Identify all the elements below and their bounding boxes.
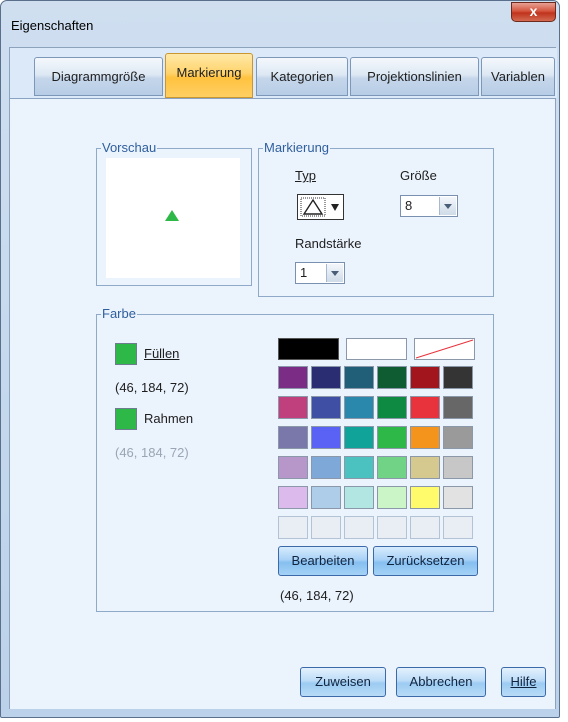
apply-button-label: Zuweisen bbox=[315, 674, 371, 689]
palette-swatch[interactable] bbox=[278, 516, 308, 539]
reset-button-label: Zurücksetzen bbox=[386, 553, 465, 568]
preview-group: Vorschau bbox=[96, 141, 252, 286]
tab-panel-markierung: Vorschau Markierung Typ Größe 8 Randstär… bbox=[10, 98, 555, 709]
size-value: 8 bbox=[405, 198, 413, 213]
fill-label[interactable]: Füllen bbox=[144, 346, 179, 361]
border-width-value: 1 bbox=[300, 265, 308, 280]
palette-swatch[interactable] bbox=[344, 366, 374, 389]
edit-button[interactable]: Bearbeiten bbox=[278, 546, 368, 576]
border-label[interactable]: Rahmen bbox=[144, 411, 193, 426]
fill-color-swatch[interactable] bbox=[115, 343, 137, 365]
palette-swatch[interactable] bbox=[377, 366, 407, 389]
no-color-icon bbox=[415, 339, 474, 359]
palette-swatch[interactable] bbox=[311, 426, 341, 449]
palette-white-swatch[interactable] bbox=[346, 338, 407, 360]
border-color-swatch[interactable] bbox=[115, 408, 137, 430]
palette-swatch[interactable] bbox=[410, 396, 440, 419]
tab-projektionslinien[interactable]: Projektionslinien bbox=[350, 57, 479, 96]
window-title: Eigenschaften bbox=[11, 18, 94, 33]
preview-canvas bbox=[106, 158, 240, 278]
tab-diagrammgroesse[interactable]: Diagrammgröße bbox=[34, 57, 163, 96]
tab-variablen[interactable]: Variablen bbox=[481, 57, 555, 96]
palette-swatch[interactable] bbox=[443, 396, 473, 419]
palette-swatch[interactable] bbox=[443, 456, 473, 479]
edit-button-label: Bearbeiten bbox=[291, 553, 355, 568]
preview-legend: Vorschau bbox=[101, 140, 158, 155]
palette-swatch[interactable] bbox=[344, 516, 374, 539]
size-label: Größe bbox=[400, 168, 437, 183]
color-legend: Farbe bbox=[101, 306, 137, 321]
tab-strip: Diagrammgröße Markierung Kategorien Proj… bbox=[10, 48, 557, 98]
palette-swatch[interactable] bbox=[443, 486, 473, 509]
help-button-label: Hilfe bbox=[510, 674, 537, 689]
palette-swatch[interactable] bbox=[344, 426, 374, 449]
palette-swatch[interactable] bbox=[410, 366, 440, 389]
border-rgb: (46, 184, 72) bbox=[115, 445, 189, 460]
palette-swatch[interactable] bbox=[344, 396, 374, 419]
selected-rgb: (46, 184, 72) bbox=[280, 588, 354, 603]
palette-swatch[interactable] bbox=[443, 516, 473, 539]
type-dropdown[interactable] bbox=[297, 194, 344, 220]
palette-swatch[interactable] bbox=[377, 486, 407, 509]
palette-swatch[interactable] bbox=[377, 516, 407, 539]
palette-swatch[interactable] bbox=[278, 486, 308, 509]
palette-black-swatch[interactable] bbox=[278, 338, 339, 360]
palette-swatch[interactable] bbox=[278, 426, 308, 449]
help-button[interactable]: Hilfe bbox=[501, 667, 546, 697]
palette-swatch[interactable] bbox=[344, 486, 374, 509]
palette-swatch[interactable] bbox=[443, 366, 473, 389]
palette-swatch[interactable] bbox=[311, 486, 341, 509]
palette-swatch[interactable] bbox=[278, 456, 308, 479]
palette-swatch[interactable] bbox=[410, 516, 440, 539]
apply-button[interactable]: Zuweisen bbox=[300, 667, 386, 697]
type-label: Typ bbox=[295, 168, 316, 183]
palette-swatch[interactable] bbox=[311, 366, 341, 389]
palette-swatch[interactable] bbox=[311, 396, 341, 419]
triangle-icon bbox=[165, 210, 179, 221]
cancel-button[interactable]: Abbrechen bbox=[396, 667, 486, 697]
cancel-button-label: Abbrechen bbox=[409, 674, 473, 689]
palette-swatch[interactable] bbox=[377, 396, 407, 419]
palette-swatch[interactable] bbox=[443, 426, 473, 449]
palette-swatch[interactable] bbox=[311, 516, 341, 539]
border-width-dropdown[interactable]: 1 bbox=[295, 262, 345, 284]
border-width-label: Randstärke bbox=[295, 236, 362, 251]
palette-swatch[interactable] bbox=[410, 486, 440, 509]
chevron-down-icon bbox=[439, 197, 456, 215]
palette-swatch[interactable] bbox=[410, 426, 440, 449]
color-group: Farbe Füllen (46, 184, 72) Rahmen (46, 1… bbox=[96, 307, 494, 612]
title-bar[interactable]: Eigenschaften x bbox=[1, 1, 559, 47]
close-button[interactable]: x bbox=[511, 2, 556, 22]
marker-group: Markierung Typ Größe 8 Randstärke 1 bbox=[258, 141, 494, 297]
reset-button[interactable]: Zurücksetzen bbox=[373, 546, 478, 576]
palette-swatch[interactable] bbox=[311, 456, 341, 479]
tab-kategorien[interactable]: Kategorien bbox=[256, 57, 348, 96]
palette-swatch[interactable] bbox=[278, 396, 308, 419]
triangle-outline-icon bbox=[300, 197, 339, 217]
palette-none-swatch[interactable] bbox=[414, 338, 475, 360]
size-dropdown[interactable]: 8 bbox=[400, 195, 458, 217]
palette-swatch[interactable] bbox=[278, 366, 308, 389]
palette-swatch[interactable] bbox=[377, 456, 407, 479]
chevron-down-icon bbox=[326, 264, 343, 282]
palette-swatch[interactable] bbox=[410, 456, 440, 479]
properties-dialog: Eigenschaften x Diagrammgröße Markierung… bbox=[0, 0, 560, 718]
dialog-client: Diagrammgröße Markierung Kategorien Proj… bbox=[9, 47, 557, 709]
fill-rgb: (46, 184, 72) bbox=[115, 380, 189, 395]
palette-swatch[interactable] bbox=[344, 456, 374, 479]
palette-swatch[interactable] bbox=[377, 426, 407, 449]
marker-legend: Markierung bbox=[263, 140, 331, 155]
tab-markierung[interactable]: Markierung bbox=[165, 53, 253, 98]
